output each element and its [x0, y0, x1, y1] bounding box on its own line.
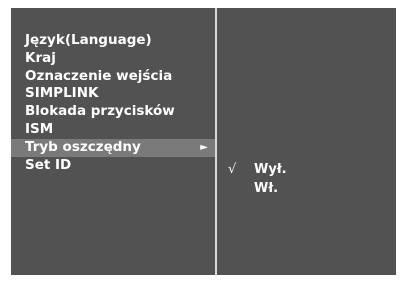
menu-item-label: ISM — [25, 120, 54, 137]
menu-item-label: Język(Language) — [25, 32, 152, 48]
menu-item-label: Tryb oszczędny — [25, 138, 141, 155]
tv-setup-menu: Język(Language) Kraj Oznaczenie wejścia … — [11, 8, 396, 275]
option-off[interactable]: √ Wył. — [217, 160, 396, 179]
menu-item-ism[interactable]: ISM — [11, 121, 215, 139]
option-label: Wł. — [254, 181, 279, 196]
menu-item-power-saving[interactable]: Tryb oszczędny ► — [11, 138, 215, 157]
menu-item-set-id[interactable]: Set ID — [11, 157, 215, 175]
option-label: Wył. — [254, 162, 287, 177]
menu-list: Język(Language) Kraj Oznaczenie wejścia … — [11, 32, 215, 174]
menu-item-label: Oznaczenie wejścia — [25, 67, 173, 84]
menu-item-label: Blokada przycisków — [25, 103, 175, 120]
menu-item-language[interactable]: Język(Language) — [11, 32, 215, 50]
menu-panel: Język(Language) Kraj Oznaczenie wejścia … — [11, 8, 215, 275]
menu-item-input-label[interactable]: Oznaczenie wejścia — [11, 68, 215, 86]
menu-item-label: Set ID — [25, 156, 72, 173]
menu-item-label: Kraj — [25, 49, 56, 66]
submenu-panel: √ Wył. Wł. — [217, 8, 396, 275]
option-list: √ Wył. Wł. — [217, 160, 396, 198]
menu-item-key-lock[interactable]: Blokada przycisków — [11, 103, 215, 121]
menu-item-label: SIMPLINK — [25, 85, 99, 102]
menu-item-country[interactable]: Kraj — [11, 50, 215, 68]
submenu-arrow-icon: ► — [200, 141, 208, 153]
option-on[interactable]: Wł. — [217, 179, 396, 198]
checkmark-icon: √ — [228, 162, 237, 177]
menu-item-simplink[interactable]: SIMPLINK — [11, 85, 215, 103]
